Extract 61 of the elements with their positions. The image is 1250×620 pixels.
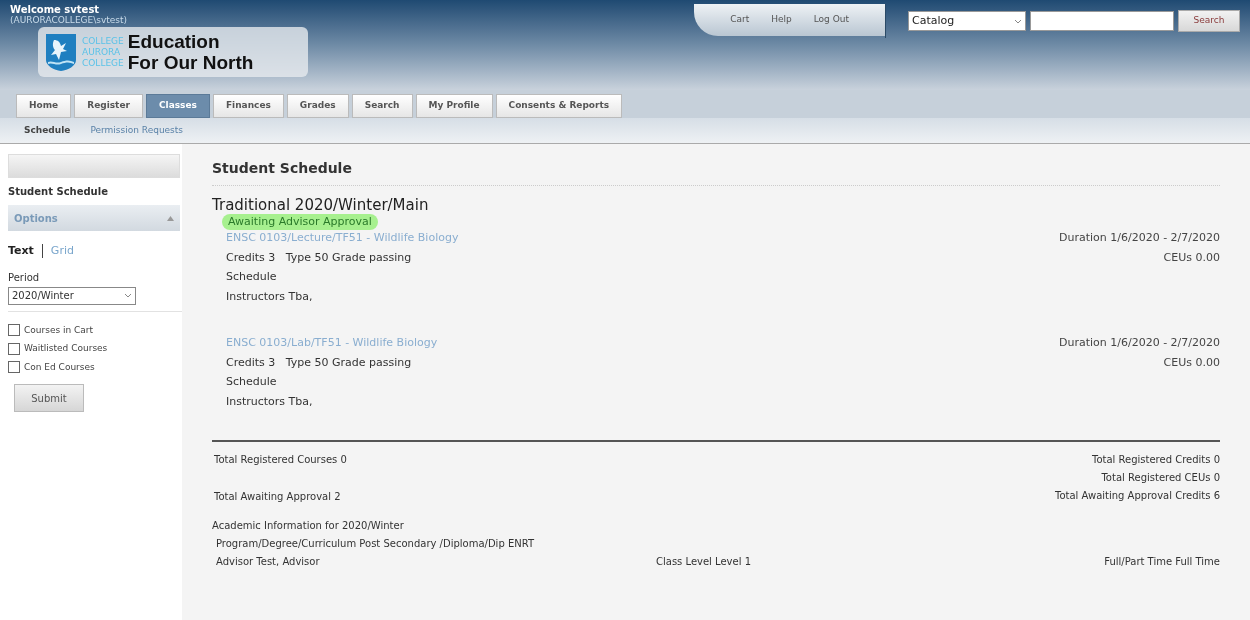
schedule-text: Schedule [226,374,278,390]
checkbox[interactable] [8,324,20,337]
period-label: Period [8,270,41,285]
term-title: Traditional 2020/Winter/Main [212,195,430,214]
nav-tab[interactable]: Consents & Reports [495,94,623,118]
subnav-link[interactable]: Permission Requests [90,123,184,138]
advisor-text: Advisor Test, Advisor [216,555,321,569]
nav-tab[interactable]: Classes [145,94,210,118]
checkbox[interactable] [8,342,20,355]
instructors-text: Instructors Tba, [226,288,314,305]
checkbox-label: Courses in Cart [24,323,94,337]
nav-tab[interactable]: Search [351,94,413,118]
status-badge: Awaiting Advisor Approval [222,214,378,230]
top-link[interactable]: Cart [730,13,750,27]
schedule-text: Schedule [226,269,278,285]
top-link[interactable]: Log Out [813,13,849,27]
welcome-text: Welcome svtest [10,4,101,15]
nav-tab[interactable]: Grades [286,94,349,118]
course-details: Credits 3 Type 50 Grade passing [226,249,413,266]
top-link[interactable]: Help [771,13,792,27]
chevron-icon [1014,18,1022,24]
catalog-select[interactable]: Catalog [908,11,1026,31]
submit-button[interactable]: Submit [14,384,84,412]
total-text: Total Registered CEUs 0 [1101,471,1220,485]
nav-tab[interactable]: Home [16,94,72,118]
logo-tagline: For Our North [127,52,254,73]
total-text: Total Awaiting Approval 2 [214,490,342,504]
logo-text: COLLEGE [82,35,124,47]
subnav-link[interactable]: Schedule [24,123,71,138]
instructors-text: Instructors Tba, [226,393,314,410]
page-title: Student Schedule [212,158,1220,186]
course-details: Credits 3 Type 50 Grade passing [226,354,413,371]
program-text: Program/Degree/Curriculum Post Secondary /Diploma/Dip ENRT [215,537,536,551]
duration-text: Duration 1/6/2020 - 2/7/2020 [1058,335,1220,351]
logo-text: AURORA [82,46,122,58]
total-text: Total Awaiting Approval Credits 6 [1055,489,1220,503]
nav-tab[interactable]: Register [74,94,143,118]
ceus-text: CEUs 0.00 [1163,249,1220,266]
search-button[interactable]: Search [1178,10,1240,32]
logo-text: COLLEGE [82,57,124,69]
collapse-icon [167,215,174,221]
checkbox[interactable] [8,361,20,374]
class-level-text: Class Level Level 1 [656,555,751,569]
checkbox-label: Waitlisted Courses [24,342,108,355]
checkbox-label: Con Ed Courses [24,360,95,374]
total-text: Total Registered Courses 0 [214,453,347,467]
nav-tab[interactable]: Finances [212,94,284,118]
period-select[interactable]: 2020/Winter [8,286,136,305]
ceus-text: CEUs 0.00 [1163,354,1220,371]
search-field[interactable] [1030,11,1174,31]
account-text: (AURORACOLLEGE\svtest) [10,15,129,25]
logo-icon [44,32,78,72]
academic-title: Academic Information for 2020/Winter [212,519,405,533]
full-part-text: Full/Part Time Full Time [1104,555,1220,569]
duration-text: Duration 1/6/2020 - 2/7/2020 [1058,230,1220,246]
total-text: Total Registered Credits 0 [1092,453,1220,467]
nav-tab[interactable]: My Profile [415,94,493,118]
sidebar-heading[interactable]: Student Schedule [8,178,182,205]
chevron-icon [124,293,132,298]
logo-tagline: Education [127,31,221,52]
view-toggle[interactable]: Text [8,243,34,260]
